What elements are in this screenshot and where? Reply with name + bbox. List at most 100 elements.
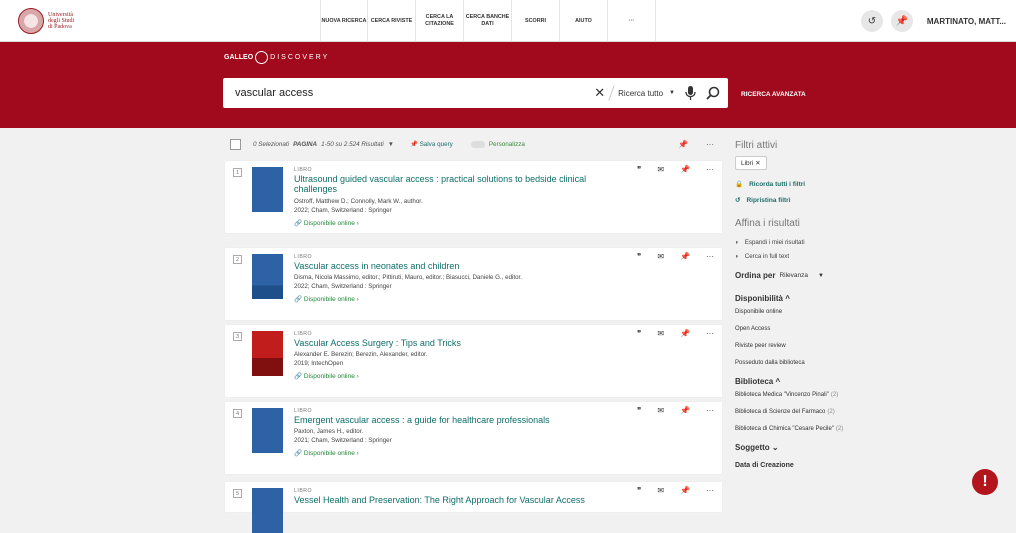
pin-icon[interactable]: 📌 — [678, 140, 688, 149]
sort-value[interactable]: Rilevanza — [779, 272, 808, 279]
chevron-down-icon[interactable]: ▼ — [818, 273, 824, 279]
email-icon[interactable]: ✉ — [657, 252, 664, 261]
facet-option[interactable]: Posseduto dalla biblioteca — [735, 354, 935, 371]
pin-icon[interactable]: 📌 — [890, 10, 913, 32]
nav-cerca-citazione[interactable]: CERCA LA CITAZIONE — [416, 0, 464, 42]
select-all-checkbox[interactable] — [230, 138, 241, 150]
result-publication: 2022; Cham, Switzerland : Springer — [294, 283, 392, 290]
restore-filters-link[interactable]: ↺ Ripristina filtri — [735, 192, 935, 208]
clear-icon[interactable]: ✕ — [594, 85, 605, 101]
search-icon[interactable] — [706, 86, 720, 100]
nav-nuova-ricerca[interactable]: NUOVA RICERCA — [320, 0, 368, 42]
cite-icon[interactable]: ❞ — [637, 252, 641, 261]
advanced-search-link[interactable]: RICERCA AVANZATA — [741, 91, 806, 98]
range-chevron-icon[interactable]: ▼ — [388, 141, 394, 148]
result-card[interactable]: 4 LIBRO Emergent vascular access : a gui… — [225, 402, 722, 474]
remember-filters-link[interactable]: 🔒 Ricorda tutti i filtri — [735, 176, 935, 192]
facet-option[interactable]: Biblioteca Medica "Vincenzo Pinali" (2) — [735, 386, 935, 403]
pin-icon[interactable]: 📌 — [680, 486, 690, 495]
more-icon[interactable]: ··· — [706, 140, 714, 149]
results-range[interactable]: 1-50 su 2.524 Risultati — [321, 141, 384, 148]
toggle-icon: ◗ — [735, 238, 739, 246]
book-cover[interactable] — [252, 167, 283, 212]
facet-option[interactable]: Biblioteca di Chimica "Cesare Pecile" (2) — [735, 420, 935, 437]
date-header[interactable]: Data di Creazione — [735, 462, 935, 469]
more-icon[interactable]: ··· — [706, 165, 714, 174]
expand-results-toggle[interactable]: ◗ Espandi i miei risultati — [735, 235, 935, 249]
microphone-icon[interactable] — [685, 86, 696, 100]
nav-more[interactable]: ··· — [608, 0, 656, 42]
availability-header[interactable]: Disponibilità ^ — [735, 294, 935, 303]
nav-cerca-banche-dati[interactable]: CERCA BANCHE DATI — [464, 0, 512, 42]
more-icon[interactable]: ··· — [706, 252, 714, 261]
result-card[interactable]: 3 LIBRO Vascular Access Surgery : Tips a… — [225, 325, 722, 397]
filter-chip[interactable]: Libri ✕ — [735, 156, 767, 170]
search-scope[interactable]: Ricerca tutto — [618, 89, 663, 98]
nav-scorri[interactable]: SCORRI — [512, 0, 560, 42]
help-button[interactable]: ! — [972, 469, 998, 495]
library-header[interactable]: Biblioteca ^ — [735, 377, 935, 386]
lock-icon: 🔒 — [735, 181, 744, 188]
available-online-link[interactable]: 🔗 Disponibile online › — [294, 372, 359, 380]
email-icon[interactable]: ✉ — [657, 329, 664, 338]
result-number[interactable]: 5 — [233, 489, 242, 498]
facet-option[interactable]: Disponibile online — [735, 303, 935, 320]
chevron-down-icon[interactable]: ▼ — [669, 90, 675, 96]
facet-option[interactable]: Open Access — [735, 320, 935, 337]
result-card[interactable]: 2 LIBRO Vascular access in neonates and … — [225, 248, 722, 320]
close-icon[interactable]: ✕ — [755, 160, 760, 167]
cite-icon[interactable]: ❞ — [637, 165, 641, 174]
email-icon[interactable]: ✉ — [657, 486, 664, 495]
search-divider — [608, 85, 615, 101]
cite-icon[interactable]: ❞ — [637, 329, 641, 338]
result-number[interactable]: 4 — [233, 409, 242, 418]
result-title[interactable]: Vascular Access Surgery : Tips and Trick… — [294, 338, 624, 348]
facet-option[interactable]: Biblioteca di Scienze del Farmaco (2) — [735, 403, 935, 420]
result-card[interactable]: 5 LIBRO Vessel Health and Preservation: … — [225, 482, 722, 533]
university-logo[interactable]: Università degli Studi di Padova — [18, 6, 158, 36]
pin-icon[interactable]: 📌 — [680, 252, 690, 261]
email-icon[interactable]: ✉ — [657, 165, 664, 174]
user-name[interactable]: MARTINATO, MATT... — [927, 17, 1006, 26]
result-number[interactable]: 2 — [233, 255, 242, 264]
history-icon[interactable]: ↺ — [860, 10, 883, 32]
result-title[interactable]: Vessel Health and Preservation: The Righ… — [294, 495, 624, 505]
book-cover[interactable] — [252, 254, 283, 299]
save-query-button[interactable]: 📌 Salva query — [410, 140, 453, 148]
personalize-toggle[interactable] — [470, 140, 485, 148]
available-online-link[interactable]: 🔗 Disponibile online › — [294, 295, 359, 303]
sort-control[interactable]: Ordina per Rilevanza ▼ — [735, 271, 935, 280]
result-title[interactable]: Vascular access in neonates and children — [294, 261, 624, 271]
cite-icon[interactable]: ❞ — [637, 406, 641, 415]
brand-gal: GAL — [224, 54, 239, 61]
result-title[interactable]: Emergent vascular access : a guide for h… — [294, 415, 624, 425]
top-bar: Università degli Studi di Padova NUOVA R… — [0, 0, 1016, 42]
result-title[interactable]: Ultrasound guided vascular access : prac… — [294, 174, 624, 194]
cite-icon[interactable]: ❞ — [637, 486, 641, 495]
pin-icon[interactable]: 📌 — [680, 406, 690, 415]
result-number[interactable]: 3 — [233, 332, 242, 341]
available-online-link[interactable]: 🔗 Disponibile online › — [294, 449, 359, 457]
galileo-discovery-logo: GALLEO DISCOVERY — [224, 51, 329, 64]
facet-option[interactable]: Riviste peer review — [735, 337, 935, 354]
nav-aiuto[interactable]: AIUTO — [560, 0, 608, 42]
book-cover[interactable] — [252, 408, 283, 453]
result-number[interactable]: 1 — [233, 168, 242, 177]
result-card[interactable]: 1 LIBRO Ultrasound guided vascular acces… — [225, 161, 722, 233]
nav-cerca-riviste[interactable]: CERCA RIVISTE — [368, 0, 416, 42]
search-input[interactable] — [223, 78, 595, 108]
save-query-label: Salva query — [419, 141, 453, 148]
result-authors: Disma, Nicola Massimo, editor.; Pittirut… — [294, 274, 522, 281]
book-cover[interactable] — [252, 331, 283, 376]
more-icon[interactable]: ··· — [706, 406, 714, 415]
pin-icon[interactable]: 📌 — [680, 329, 690, 338]
more-icon[interactable]: ··· — [706, 329, 714, 338]
pin-icon[interactable]: 📌 — [680, 165, 690, 174]
more-icon[interactable]: ··· — [706, 486, 714, 495]
subject-header[interactable]: Soggetto ⌄ — [735, 443, 935, 452]
email-icon[interactable]: ✉ — [657, 406, 664, 415]
available-online-link[interactable]: 🔗 Disponibile online › — [294, 219, 359, 227]
book-cover[interactable] — [252, 488, 283, 533]
fulltext-toggle[interactable]: ◗ Cerca in full text — [735, 249, 935, 263]
library-count: (2) — [835, 425, 844, 432]
